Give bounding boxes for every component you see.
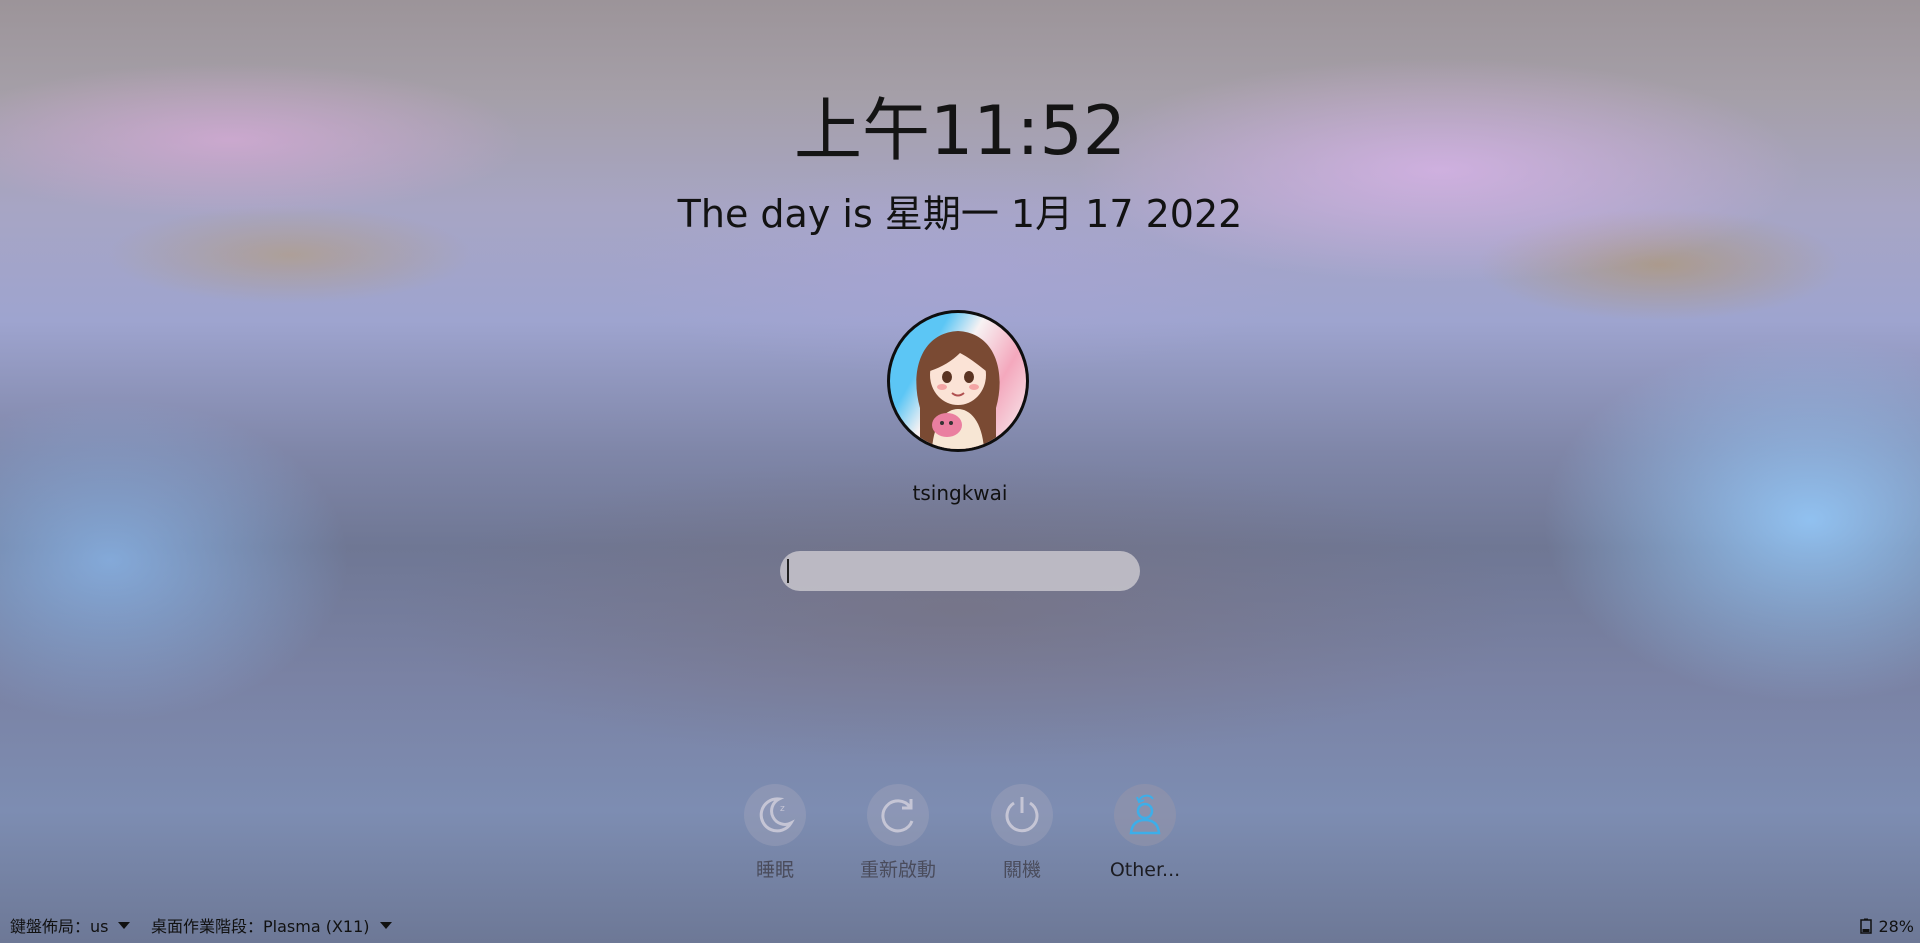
restart-label: 重新啟動 <box>859 859 936 881</box>
power-icon <box>1005 797 1039 833</box>
shutdown-button[interactable]: 關機 <box>960 784 1084 882</box>
switch-user-icon-circle <box>1114 784 1176 846</box>
text-caret <box>787 559 789 583</box>
other-user-button[interactable]: Other... <box>1083 784 1207 882</box>
password-field[interactable] <box>780 551 1140 591</box>
chevron-down-icon <box>118 922 131 929</box>
sleep-icon-circle: z <box>744 784 806 846</box>
chevron-down-icon <box>379 922 392 929</box>
avatar[interactable] <box>887 310 1029 452</box>
sleep-label: 睡眠 <box>755 859 794 881</box>
bottom-bar: 鍵盤佈局：us 桌面作業階段：Plasma (X11) 28% <box>0 909 1920 943</box>
battery-level: 28% <box>1878 917 1914 936</box>
session-label: 桌面作業階段：Plasma (X11) <box>151 917 370 936</box>
date-line: The day is 星期一 1月 17 2022 <box>677 192 1243 236</box>
restart-button[interactable]: 重新啟動 <box>836 784 960 882</box>
restart-icon-circle <box>867 784 929 846</box>
svg-text:z: z <box>780 804 785 814</box>
sleep-icon: z <box>759 797 795 833</box>
power-icon-circle <box>991 784 1053 846</box>
session-selector[interactable]: 桌面作業階段：Plasma (X11) <box>151 917 392 937</box>
restart-icon <box>881 799 914 833</box>
user-avatar-image <box>916 331 1000 449</box>
battery-indicator: 28% <box>1860 917 1914 937</box>
switch-user-icon <box>1129 794 1161 835</box>
keyboard-layout-label: 鍵盤佈局：us <box>10 917 109 936</box>
shutdown-label: 關機 <box>1002 859 1041 881</box>
username: tsingkwai <box>912 481 1008 505</box>
battery-icon <box>1860 918 1873 934</box>
other-user-label: Other... <box>1109 859 1181 881</box>
keyboard-layout-selector[interactable]: 鍵盤佈局：us <box>10 917 131 937</box>
clock: 上午11:52 <box>794 92 1126 171</box>
sleep-button[interactable]: z 睡眠 <box>713 784 837 882</box>
